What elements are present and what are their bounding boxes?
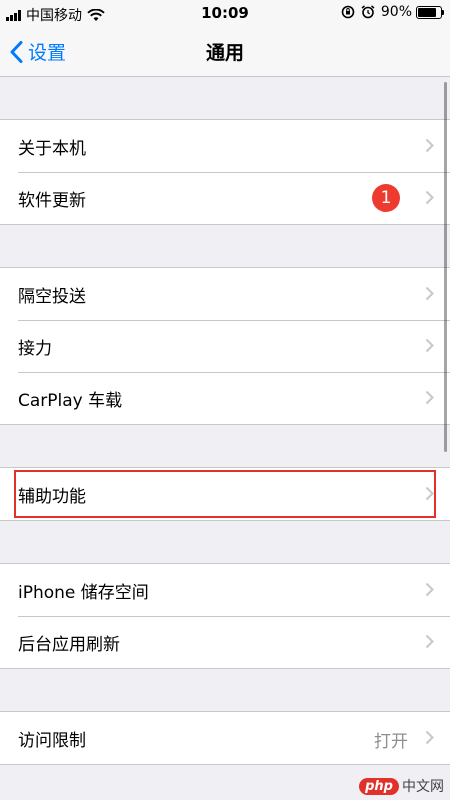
cell-software-update[interactable]: 软件更新 1 bbox=[0, 172, 450, 224]
cell-label: 隔空投送 bbox=[18, 286, 86, 307]
settings-group-connectivity: 隔空投送 接力 CarPlay 车载 bbox=[0, 267, 450, 425]
cell-about[interactable]: 关于本机 bbox=[0, 120, 450, 172]
chevron-right-icon bbox=[425, 286, 434, 301]
settings-group-storage: iPhone 储存空间 后台应用刷新 bbox=[0, 563, 450, 669]
battery-percent: 90% bbox=[380, 4, 412, 20]
cell-label: iPhone 储存空间 bbox=[18, 582, 149, 603]
rotation-lock-icon bbox=[341, 5, 355, 19]
chevron-right-icon bbox=[425, 190, 434, 205]
chevron-right-icon bbox=[425, 138, 434, 153]
settings-group-restrictions: 访问限制 打开 bbox=[0, 711, 450, 765]
cell-carplay[interactable]: CarPlay 车载 bbox=[0, 372, 450, 424]
cell-restrictions[interactable]: 访问限制 打开 bbox=[0, 712, 450, 764]
settings-list[interactable]: 关于本机 软件更新 1 隔空投送 接力 CarPlay 车载 辅助功能 iPho… bbox=[0, 77, 450, 800]
watermark-text: 中文网 bbox=[402, 779, 444, 795]
chevron-right-icon bbox=[425, 338, 434, 353]
chevron-right-icon bbox=[425, 634, 434, 649]
chevron-right-icon bbox=[425, 390, 434, 405]
status-right: 90% bbox=[341, 4, 444, 20]
navigation-bar: 设置 通用 bbox=[0, 28, 450, 77]
watermark-logo: php bbox=[359, 777, 399, 795]
cell-iphone-storage[interactable]: iPhone 储存空间 bbox=[0, 564, 450, 616]
cell-detail-value: 打开 bbox=[374, 732, 408, 752]
settings-group-accessibility: 辅助功能 bbox=[0, 467, 450, 521]
cell-background-refresh[interactable]: 后台应用刷新 bbox=[0, 616, 450, 668]
page-title: 通用 bbox=[205, 42, 244, 64]
scrollbar[interactable] bbox=[444, 82, 447, 452]
settings-group-about: 关于本机 软件更新 1 bbox=[0, 119, 450, 225]
watermark: php 中文网 bbox=[359, 776, 444, 796]
alarm-icon bbox=[361, 5, 375, 19]
chevron-right-icon bbox=[425, 486, 434, 501]
notification-badge: 1 bbox=[372, 184, 400, 212]
cell-label: CarPlay 车载 bbox=[18, 390, 123, 411]
cell-label: 接力 bbox=[18, 338, 52, 359]
chevron-right-icon bbox=[425, 730, 434, 745]
cell-label: 关于本机 bbox=[18, 138, 86, 159]
cell-airdrop[interactable]: 隔空投送 bbox=[0, 268, 450, 320]
cell-accessibility[interactable]: 辅助功能 bbox=[0, 468, 450, 520]
cell-label: 后台应用刷新 bbox=[18, 634, 120, 655]
cell-label: 辅助功能 bbox=[18, 486, 86, 507]
status-bar: 中国移动 10:09 90% bbox=[0, 0, 450, 28]
cell-handoff[interactable]: 接力 bbox=[0, 320, 450, 372]
chevron-right-icon bbox=[425, 582, 434, 597]
battery-icon bbox=[416, 5, 444, 19]
